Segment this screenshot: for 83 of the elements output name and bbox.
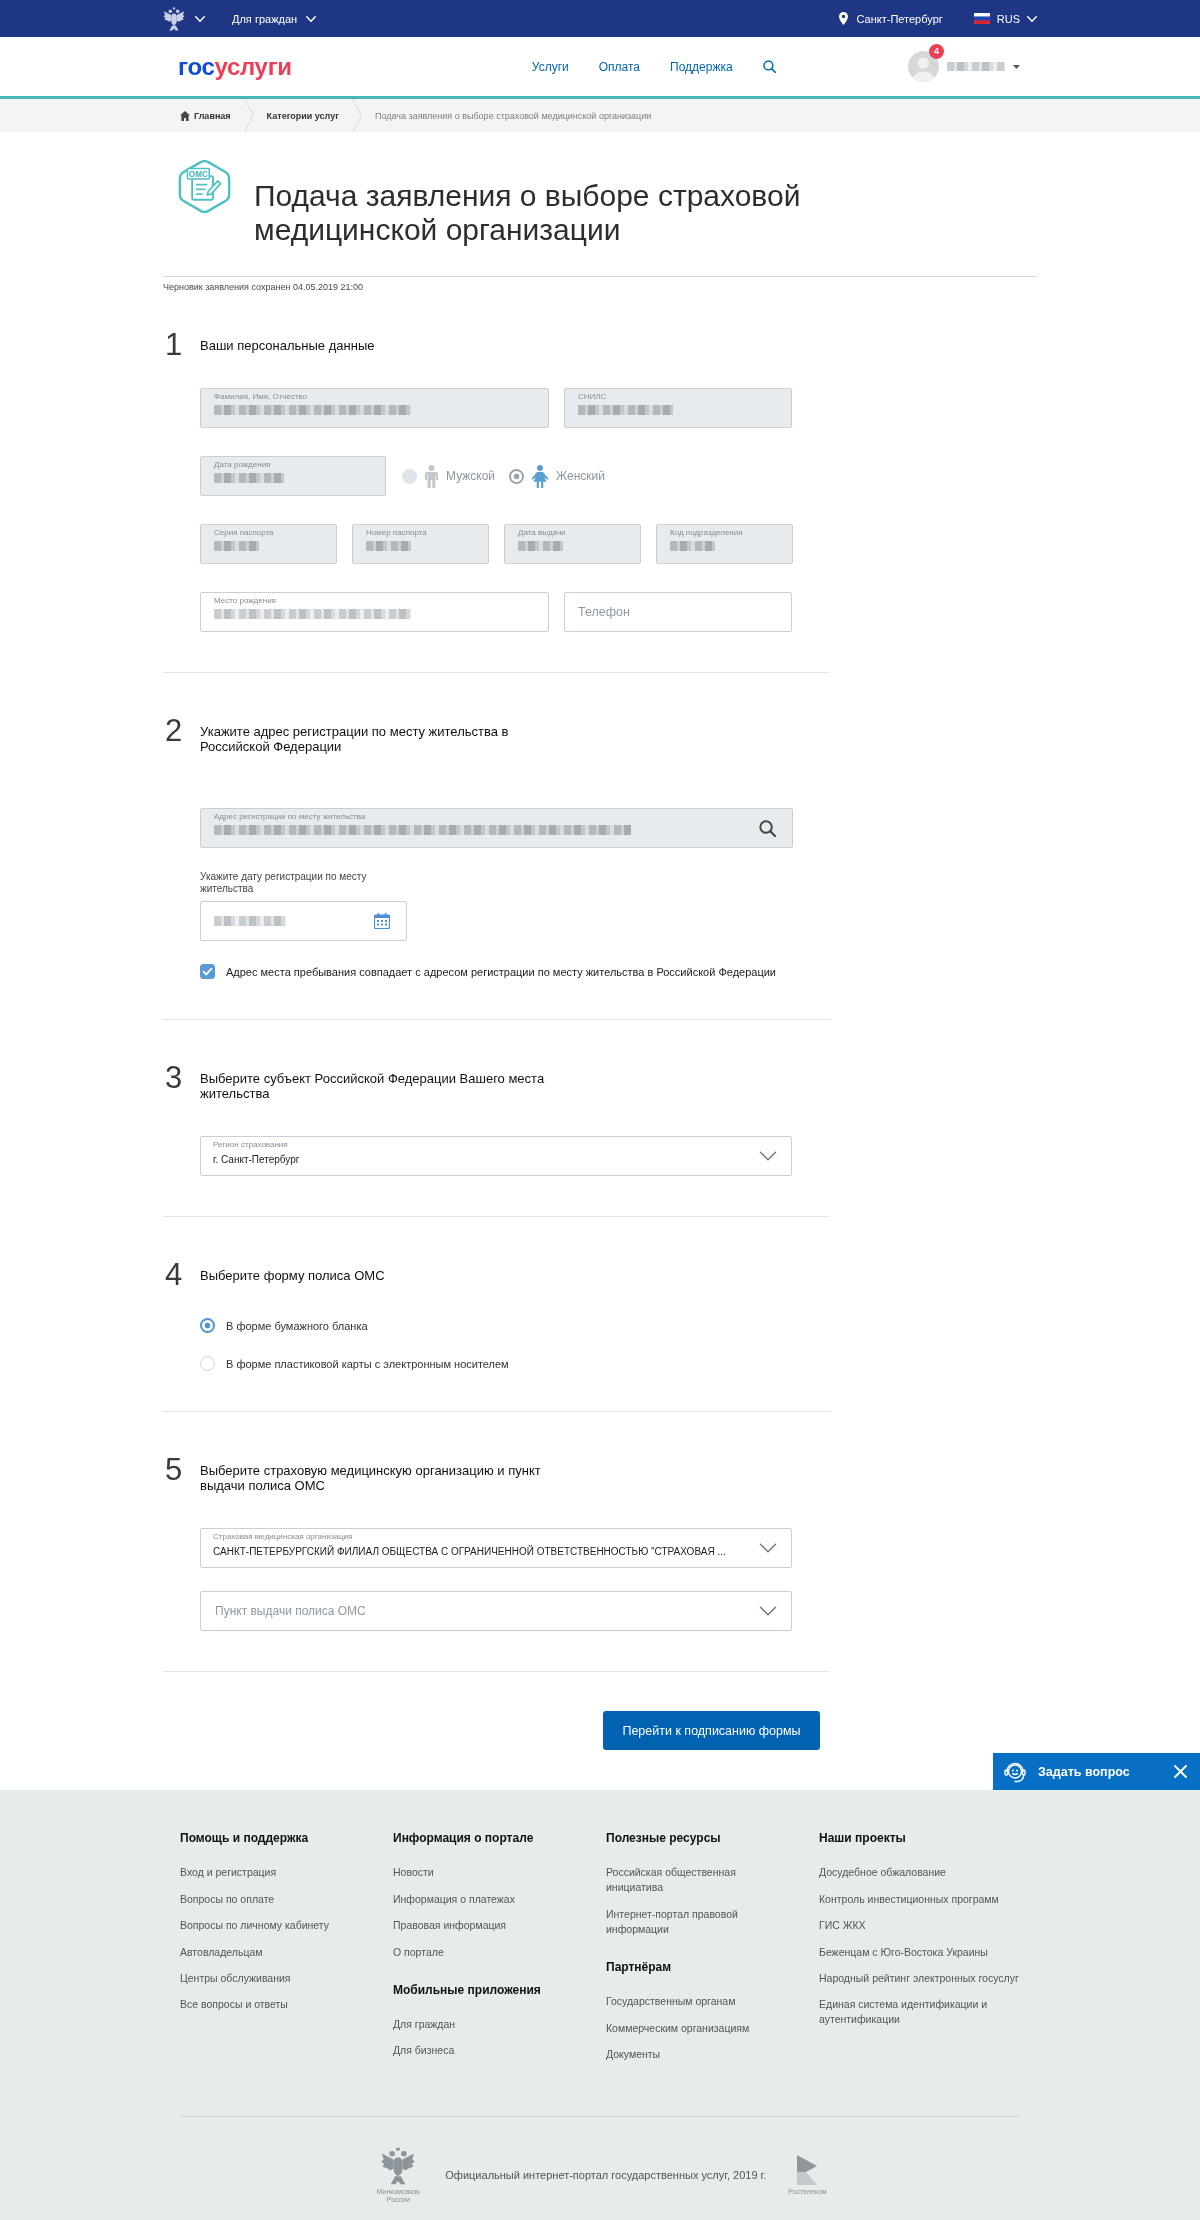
- caret-icon[interactable]: [1013, 64, 1020, 69]
- radio-label: Мужской: [446, 469, 496, 483]
- dropdown-field[interactable]: Страховая медицинская организация САНКТ-ПЕТЕРБУРГСКИЙ ФИЛИАЛ ОБЩЕСТВА С ОГРАНИЧЕННОЙ ОТВЕТСТВЕННОСТЬЮ "СТРАХОВАЯ ...: [200, 1528, 792, 1568]
- footer-link[interactable]: Интернет-портал правовой информации: [606, 1906, 786, 1937]
- footer-heading: Мобильные приложения: [393, 1982, 541, 1998]
- section-number: 3: [164, 1062, 184, 1093]
- section-number: 5: [164, 1454, 184, 1485]
- footer-link[interactable]: Досудебное обжалование: [819, 1865, 946, 1881]
- language-selector[interactable]: RUS: [973, 12, 1037, 25]
- radio-label: Женский: [556, 469, 605, 483]
- nav-link[interactable]: Поддержка: [670, 59, 733, 74]
- footer-link[interactable]: Российская общественная инициатива: [606, 1865, 786, 1896]
- emblem-icon: [380, 2146, 417, 2185]
- copyright-text: Официальный интернет-портал государственных услуг, 2019 г.: [445, 2169, 767, 2182]
- footer-link[interactable]: Вопросы по оплате: [180, 1891, 275, 1907]
- footer-link[interactable]: Новости: [393, 1865, 434, 1881]
- home-icon[interactable]: [180, 110, 190, 121]
- search-icon[interactable]: [762, 60, 776, 73]
- footer-link[interactable]: Вход и регистрация: [180, 1865, 277, 1881]
- audience-dropdown[interactable]: Для граждан: [232, 12, 317, 25]
- footer-link[interactable]: Правовая информация: [393, 1918, 507, 1934]
- draft-note: Черновик заявления сохранен 04.05.2019 21:00: [163, 282, 364, 293]
- breadcrumb-current: Подача заявления о выборе страховой медицинской организации: [374, 110, 652, 121]
- checkbox-label: Адрес места пребывания совпадает с адресом регистрации по месту жительства в Российской Федерации: [226, 965, 776, 978]
- footer-link[interactable]: Вопросы по личному кабинету: [180, 1918, 329, 1934]
- nav-link[interactable]: Услуги: [531, 59, 569, 74]
- close-icon[interactable]: [1174, 1765, 1187, 1778]
- footer-link[interactable]: Все вопросы и ответы: [180, 1997, 288, 2013]
- headset-icon: [1004, 1760, 1026, 1783]
- radio-button[interactable]: [200, 1318, 215, 1333]
- site-logo[interactable]: госуслуги: [178, 53, 292, 80]
- section-number: 1: [164, 329, 184, 360]
- section-heading: Выберите форму полиса ОМС: [200, 1268, 386, 1283]
- flag-icon: [973, 13, 990, 24]
- footer-link[interactable]: Контроль инвестиционных программ: [819, 1891, 999, 1907]
- breadcrumb-link[interactable]: Категории услуг: [266, 110, 339, 121]
- section-heading: Выберите страховую медицинскую организацию и пункт выдачи полиса ОМС: [200, 1463, 542, 1493]
- separator-chevron-icon: [351, 99, 362, 132]
- notification-badge: 4: [929, 44, 944, 59]
- breadcrumb-link[interactable]: Главная: [180, 110, 231, 121]
- footer-link[interactable]: Автовладельцам: [180, 1944, 263, 1960]
- page-title: Подача заявления о выборе страховой медицинской организации: [254, 179, 802, 247]
- footer-link[interactable]: Центры обслуживания: [180, 1970, 291, 1986]
- section-heading: Ваши персональные данные: [200, 338, 376, 353]
- input-field[interactable]: Место рождения: [200, 592, 549, 632]
- footer-link[interactable]: Беженцам с Юго-Востока Украины: [819, 1944, 988, 1960]
- section-number: 4: [164, 1259, 184, 1290]
- nav-link[interactable]: Оплата: [598, 59, 640, 74]
- footer-heading: Полезные ресурсы: [606, 1831, 721, 1846]
- footer-link[interactable]: Информация о платежах: [393, 1891, 515, 1907]
- section-heading: Укажите адрес регистрации по месту жительства в Российской Федерации: [200, 724, 510, 754]
- footer-link[interactable]: О портале: [393, 1944, 444, 1960]
- footer-link[interactable]: Для бизнеса: [393, 2043, 455, 2059]
- separator-chevron-icon: [243, 99, 254, 132]
- footer-link[interactable]: Для граждан: [393, 2016, 456, 2032]
- checkbox[interactable]: [200, 964, 215, 979]
- footer-link[interactable]: Коммерческим организациям: [606, 2020, 750, 2036]
- logo-mark-icon: [796, 2154, 819, 2185]
- radio-label: В форме пластиковой карты с электронным носителем: [226, 1357, 509, 1370]
- ask-question-link[interactable]: Задать вопрос: [1038, 1764, 1130, 1779]
- dropdown-field[interactable]: Регион страхования г. Санкт-Петербург: [200, 1136, 792, 1176]
- calendar-icon[interactable]: [374, 913, 390, 929]
- section-heading: Выберите субъект Российской Федерации Вашего места жительства: [200, 1071, 546, 1101]
- footer-heading: Партнёрам: [606, 1959, 672, 1975]
- input-field[interactable]: Телефон: [564, 592, 792, 632]
- submit-button[interactable]: Перейти к подписанию формы: [603, 1711, 820, 1750]
- date-field[interactable]: [200, 901, 407, 941]
- footer-heading: Помощь и поддержка: [180, 1831, 309, 1846]
- radio-label: В форме бумажного бланка: [226, 1319, 368, 1332]
- footer-link[interactable]: ГИС ЖКХ: [819, 1918, 866, 1934]
- emblem-icon[interactable]: [163, 6, 185, 31]
- footer-link[interactable]: Государственным органам: [606, 1994, 736, 2010]
- footer-link[interactable]: Единая система идентификации и аутентификации: [819, 1997, 1029, 2028]
- location-selector[interactable]: Санкт-Петербург: [839, 12, 943, 25]
- radio-button[interactable]: [200, 1356, 215, 1371]
- footer-heading: Информация о портале: [393, 1831, 534, 1846]
- field-caption: Укажите дату регистрации по месту жительства: [200, 871, 368, 895]
- chevron-icon: [1027, 15, 1037, 22]
- section-number: 2: [164, 715, 184, 746]
- footer-link[interactable]: Народный рейтинг электронных госуслуг: [819, 1970, 1019, 1986]
- footer-link[interactable]: Документы: [606, 2046, 661, 2062]
- location-pin-icon: [839, 12, 849, 25]
- footer-heading: Наши проекты: [819, 1831, 906, 1846]
